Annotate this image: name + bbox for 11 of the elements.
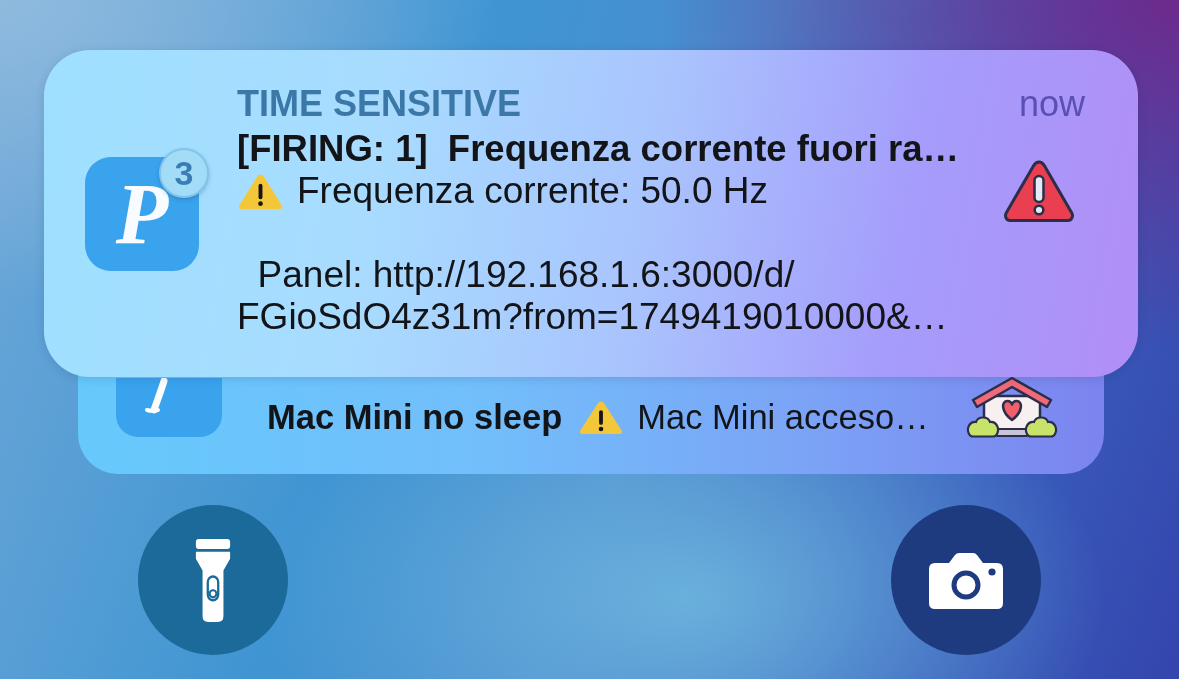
app-icon [116, 378, 222, 437]
message-text: Mac Mini acceso… [637, 397, 929, 437]
timestamp: now [1018, 84, 1085, 124]
notification-title: Mac Mini no sleep [267, 397, 563, 437]
notification-title: [FIRING: 1] Frequenza corrente fuori ra… [237, 128, 959, 170]
camera-icon [929, 551, 1003, 609]
warning-icon [1003, 159, 1075, 223]
flashlight-icon [194, 538, 232, 622]
message-text: Frequenza corrente: 50.0 Hz [297, 170, 768, 212]
house-heart-icon [966, 376, 1058, 438]
category-label: TIME SENSITIVE [237, 84, 522, 124]
